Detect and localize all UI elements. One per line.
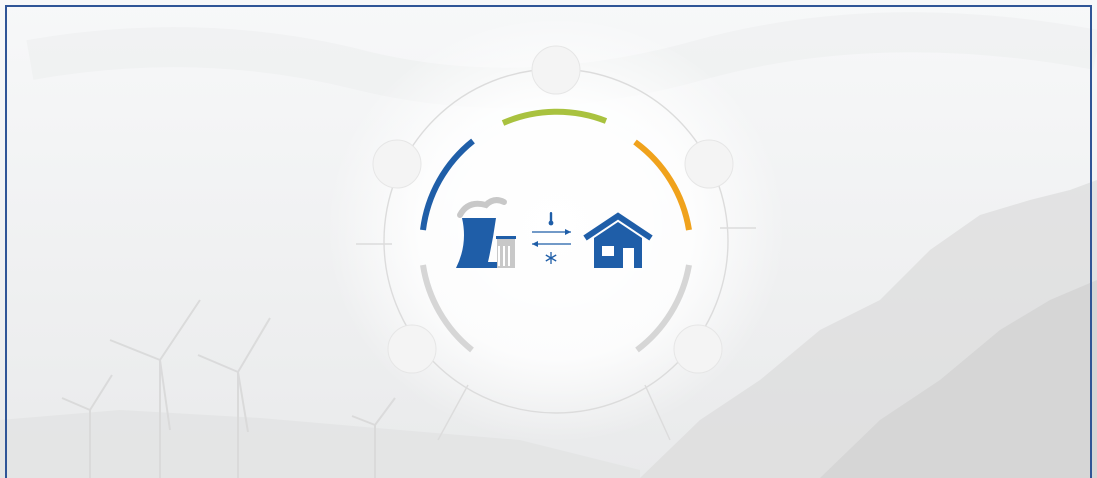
diagram-canvas xyxy=(0,12,1097,478)
node-lower-left xyxy=(387,324,437,374)
node-lower-right xyxy=(673,324,723,374)
node-upper-left xyxy=(372,139,422,189)
node-top xyxy=(531,45,581,95)
slide xyxy=(0,0,1097,478)
node-upper-right xyxy=(684,139,734,189)
